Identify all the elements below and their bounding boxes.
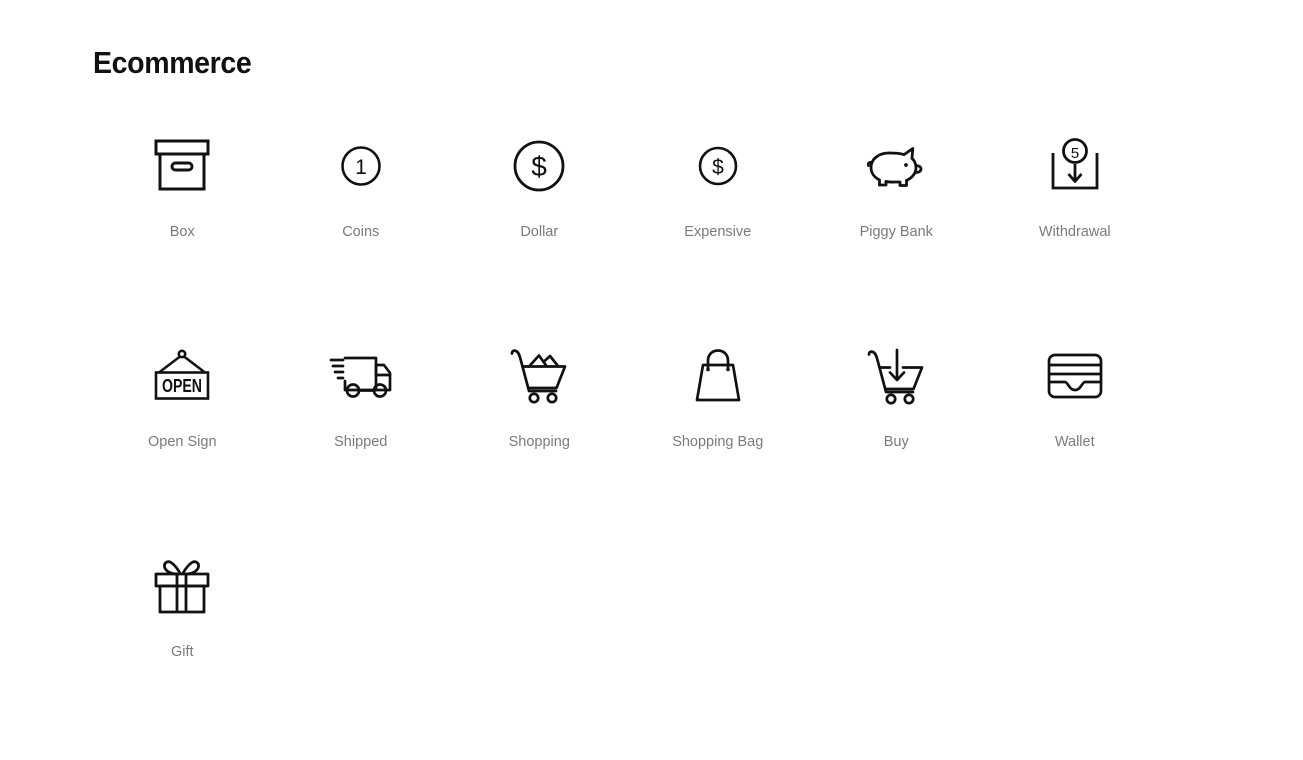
icon-label: Box bbox=[169, 224, 195, 240]
icon-label: Buy bbox=[883, 434, 909, 450]
icon-label: Piggy Bank bbox=[859, 224, 933, 240]
icon-cell-expensive[interactable]: $ Expensive bbox=[629, 130, 808, 340]
buy-cart-icon bbox=[807, 340, 986, 412]
withdrawal-icon: 5 bbox=[986, 130, 1165, 202]
icon-cell-box[interactable]: Box bbox=[93, 130, 272, 340]
icon-label: Open Sign bbox=[147, 434, 217, 450]
icon-cell-coins[interactable]: 1 Coins bbox=[272, 130, 451, 340]
icon-cell-gift[interactable]: Gift bbox=[93, 550, 272, 760]
expensive-value: $ bbox=[712, 156, 724, 179]
icon-cell-shopping[interactable]: Shopping bbox=[450, 340, 629, 550]
icon-cell-open-sign[interactable]: OPEN Open Sign bbox=[93, 340, 272, 550]
shopping-bag-icon bbox=[629, 340, 808, 412]
shopping-cart-icon bbox=[450, 340, 629, 412]
icon-label: Coins bbox=[342, 224, 380, 240]
wallet-icon bbox=[986, 340, 1165, 412]
coins-icon: 1 bbox=[272, 130, 451, 202]
box-icon bbox=[93, 130, 272, 202]
icon-label: Expensive bbox=[684, 224, 752, 240]
icon-cell-buy[interactable]: Buy bbox=[807, 340, 986, 550]
open-sign-text: OPEN bbox=[162, 376, 202, 396]
withdrawal-value: 5 bbox=[1071, 145, 1079, 162]
icon-label: Dollar bbox=[520, 224, 559, 240]
icon-label: Gift bbox=[170, 644, 194, 660]
icon-label: Shopping Bag bbox=[672, 434, 764, 450]
icon-cell-wallet[interactable]: Wallet bbox=[986, 340, 1165, 550]
icon-label: Shopping bbox=[508, 434, 570, 450]
icon-cell-shipped[interactable]: Shipped bbox=[272, 340, 451, 550]
gift-icon bbox=[93, 550, 272, 622]
expensive-icon: $ bbox=[629, 130, 808, 202]
shipped-truck-icon bbox=[272, 340, 451, 412]
icon-grid: Box 1 Coins $ Dollar $ Expensive Piggy B… bbox=[93, 130, 1213, 760]
dollar-icon: $ bbox=[450, 130, 629, 202]
page-title: Ecommerce bbox=[93, 45, 252, 80]
icon-cell-dollar[interactable]: $ Dollar bbox=[450, 130, 629, 340]
coins-value: 1 bbox=[355, 156, 367, 179]
icon-label: Shipped bbox=[334, 434, 388, 450]
dollar-value: $ bbox=[531, 151, 547, 182]
icon-label: Withdrawal bbox=[1038, 224, 1111, 240]
icon-cell-shopping-bag[interactable]: Shopping Bag bbox=[629, 340, 808, 550]
piggy-bank-icon bbox=[807, 130, 986, 202]
open-sign-icon: OPEN bbox=[93, 340, 272, 412]
icon-cell-piggy-bank[interactable]: Piggy Bank bbox=[807, 130, 986, 340]
icon-cell-withdrawal[interactable]: 5 Withdrawal bbox=[986, 130, 1165, 340]
icon-label: Wallet bbox=[1054, 434, 1095, 450]
